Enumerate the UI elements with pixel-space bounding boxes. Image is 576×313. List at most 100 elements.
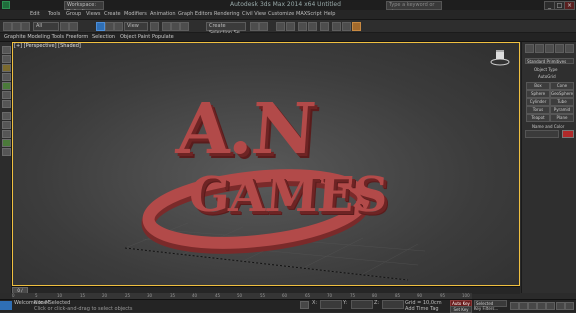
go-to-start-icon[interactable] (510, 302, 519, 310)
render-setup-icon[interactable] (332, 22, 341, 31)
modify-tab-icon[interactable] (535, 44, 544, 53)
tool-icon-9[interactable] (2, 121, 11, 129)
menu-civil-view[interactable]: Civil View (242, 11, 266, 17)
viewport-label[interactable]: [+] [Perspective] [Shaded] (14, 43, 81, 49)
tab-graphite-modeling-tools[interactable]: Graphite Modeling Tools (4, 34, 64, 40)
play-icon[interactable] (528, 302, 537, 310)
set-key-button[interactable]: Set Key (450, 306, 472, 313)
render-production-icon[interactable] (352, 22, 361, 31)
tool-icon-12[interactable] (2, 148, 11, 156)
next-frame-icon[interactable] (537, 302, 546, 310)
selection-filter-select[interactable]: All (33, 22, 59, 31)
close-button[interactable]: × (564, 1, 575, 10)
previous-frame-icon[interactable] (519, 302, 528, 310)
orbit-icon[interactable] (565, 302, 574, 310)
menu-rendering[interactable]: Rendering (214, 11, 240, 17)
menu-views[interactable]: Views (86, 11, 100, 17)
app-logo-icon[interactable] (2, 1, 10, 9)
curve-editor-icon[interactable] (298, 22, 307, 31)
layer-manager-icon[interactable] (276, 22, 285, 31)
percent-snap-icon[interactable] (180, 22, 189, 31)
tube-button[interactable]: Tube (550, 98, 574, 106)
model-text-an[interactable]: A.N (174, 87, 316, 170)
pyramid-button[interactable]: Pyramid (550, 106, 574, 114)
tool-icon-7[interactable] (2, 100, 11, 108)
hierarchy-tab-icon[interactable] (545, 44, 554, 53)
add-time-tag[interactable]: Add Time Tag (405, 306, 439, 312)
reference-coordinate-select[interactable]: View (124, 22, 148, 31)
tool-icon-8[interactable] (2, 112, 11, 120)
geosphere-button[interactable]: GeoSphere (550, 90, 574, 98)
tab-object-paint[interactable]: Object Paint (120, 34, 150, 40)
tool-icon-3[interactable] (2, 64, 11, 72)
go-to-end-icon[interactable] (546, 302, 555, 310)
tool-icon-10[interactable] (2, 130, 11, 138)
redo-icon[interactable] (12, 22, 21, 31)
tool-icon-1[interactable] (2, 46, 11, 54)
tool-icon-11[interactable] (2, 139, 11, 147)
cylinder-button[interactable]: Cylinder (526, 98, 550, 106)
search-input[interactable]: Type a keyword or phrase (386, 1, 442, 15)
graphite-toggle-icon[interactable] (286, 22, 295, 31)
create-tab-icon[interactable] (525, 44, 534, 53)
menu-modifiers[interactable]: Modifiers (124, 11, 147, 17)
angle-snap-icon[interactable] (171, 22, 180, 31)
viewcube-icon[interactable] (490, 48, 510, 66)
workspace-select[interactable]: Workspace: Default (64, 1, 104, 15)
tool-icon-5[interactable] (2, 82, 11, 90)
title-bar: Workspace: Default Autodesk 3ds Max 2014… (0, 0, 576, 15)
snaps-toggle-icon[interactable] (162, 22, 171, 31)
undo-icon[interactable] (3, 22, 12, 31)
menu-group[interactable]: Group (66, 11, 81, 17)
select-object-icon[interactable] (60, 22, 69, 31)
select-by-name-icon[interactable] (69, 22, 78, 31)
menu-help[interactable]: Help (324, 11, 335, 17)
sphere-button[interactable]: Sphere (526, 90, 550, 98)
cone-button[interactable]: Cone (550, 82, 574, 90)
maxscript-listener-icon[interactable] (0, 301, 12, 310)
material-editor-icon[interactable] (320, 22, 329, 31)
menu-tools[interactable]: Tools (48, 11, 60, 17)
rendered-frame-icon[interactable] (342, 22, 351, 31)
tab-selection[interactable]: Selection (92, 34, 115, 40)
lock-selection-icon[interactable] (300, 301, 309, 309)
model-text-games[interactable]: GAMES (187, 167, 389, 223)
schematic-view-icon[interactable] (308, 22, 317, 31)
menu-customize[interactable]: Customize (268, 11, 294, 17)
menu-graph-editors[interactable]: Graph Editors (178, 11, 212, 17)
ribbon: Graphite Modeling Tools Freeform Selecti… (0, 33, 576, 42)
tab-populate[interactable]: Populate (152, 34, 174, 40)
teapot-button[interactable]: Teapot (526, 114, 550, 122)
perspective-viewport[interactable]: A.N GAMES (12, 42, 520, 286)
display-tab-icon[interactable] (565, 44, 574, 53)
motion-tab-icon[interactable] (555, 44, 564, 53)
object-name-field[interactable] (525, 130, 559, 138)
menu-create[interactable]: Create (104, 11, 121, 17)
torus-button[interactable]: Torus (526, 106, 550, 114)
category-select[interactable]: Standard Primitives (525, 58, 574, 64)
object-color-swatch[interactable] (562, 130, 574, 138)
tool-icon-4[interactable] (2, 73, 11, 81)
align-icon[interactable] (259, 22, 268, 31)
box-button[interactable]: Box (526, 82, 550, 90)
x-coordinate-field[interactable] (320, 300, 342, 309)
zoom-icon[interactable] (556, 302, 565, 310)
tab-freeform[interactable]: Freeform (66, 34, 88, 40)
menu-maxscript[interactable]: MAXScript (296, 11, 322, 17)
z-coordinate-field[interactable] (382, 300, 404, 309)
link-icon[interactable] (21, 22, 30, 31)
named-selection-set-input[interactable]: Create Selection Se (206, 22, 246, 36)
mirror-icon[interactable] (250, 22, 259, 31)
autogrid-label[interactable]: AutoGrid (538, 74, 556, 79)
menu-edit[interactable]: Edit (30, 11, 40, 17)
key-filters-button[interactable]: Key Filters... (474, 306, 504, 311)
y-coordinate-field[interactable] (351, 300, 373, 309)
tool-icon-6[interactable] (2, 91, 11, 99)
rotate-icon[interactable] (105, 22, 114, 31)
move-icon[interactable] (96, 22, 105, 31)
scale-icon[interactable] (114, 22, 123, 31)
plane-button[interactable]: Plane (550, 114, 574, 122)
pivot-center-icon[interactable] (150, 22, 159, 31)
menu-animation[interactable]: Animation (150, 11, 176, 17)
tool-icon-2[interactable] (2, 55, 11, 63)
